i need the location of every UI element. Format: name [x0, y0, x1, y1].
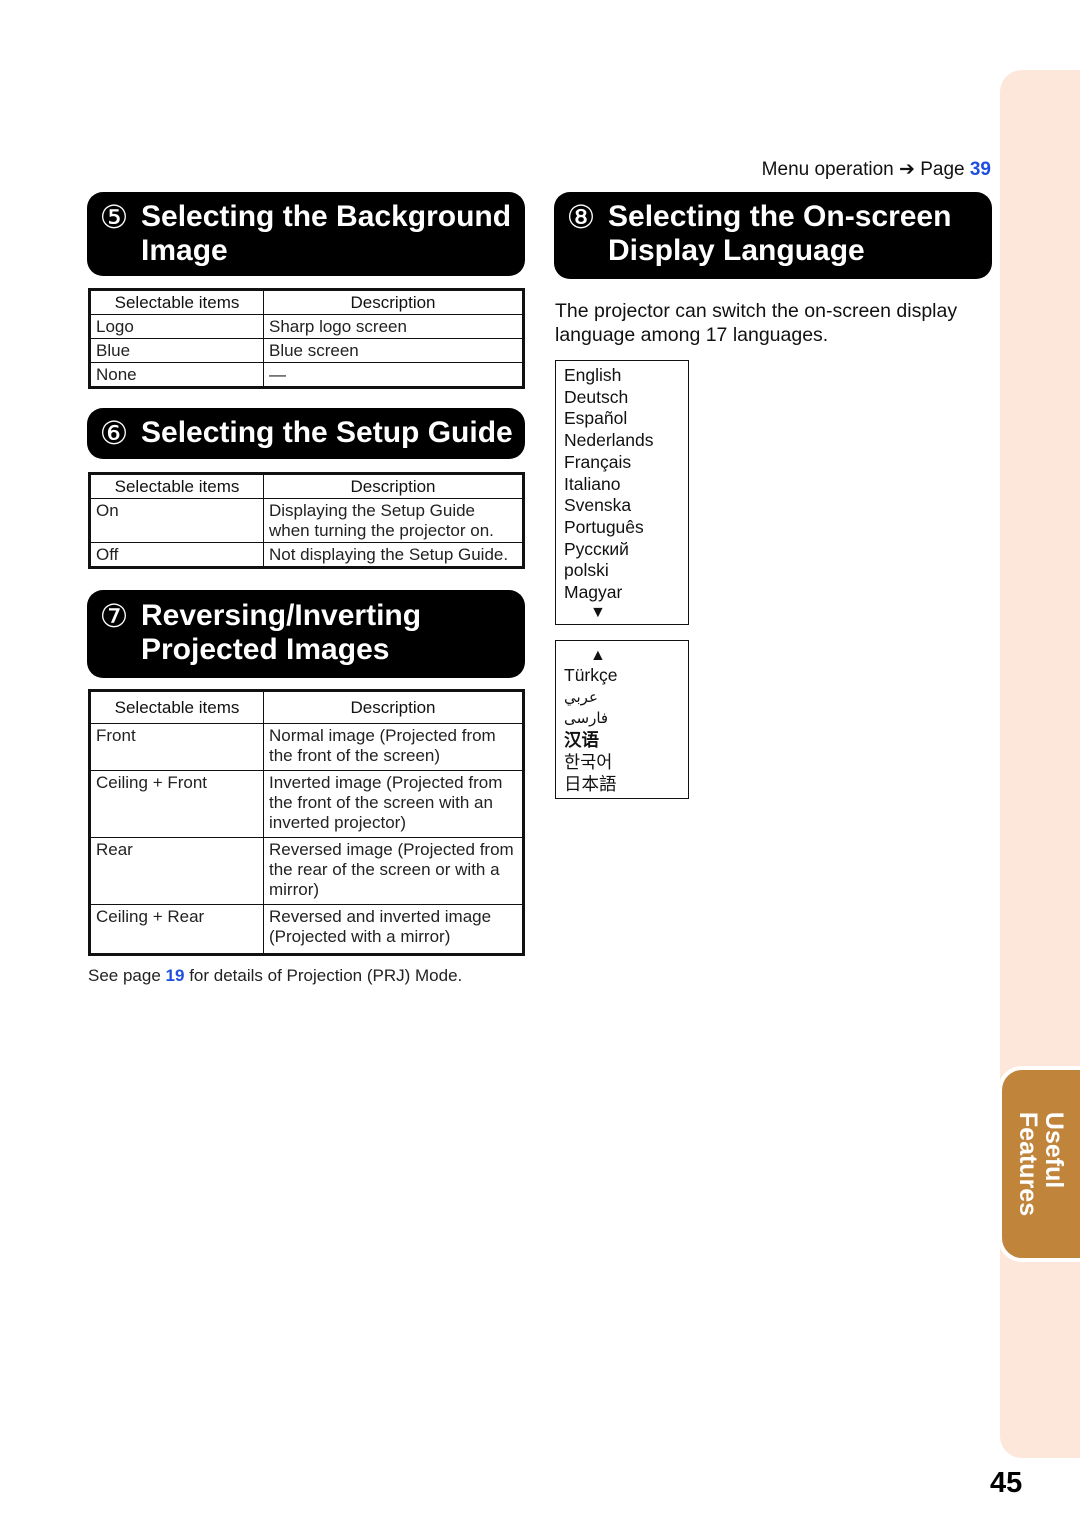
table-row: Ceiling + Rear Reversed and inverted ima… [89, 904, 525, 955]
column-header: Description [262, 289, 525, 315]
language-option[interactable]: Svenska [564, 495, 680, 517]
table-row: Blue Blue screen [89, 338, 525, 363]
description-cell: Reversed image (Projected from the rear … [262, 837, 525, 905]
table-header-row: Selectable items Description [89, 690, 525, 724]
item-cell: Off [89, 542, 264, 568]
language-option[interactable]: Deutsch [564, 387, 680, 409]
language-option[interactable]: فارسی [564, 708, 680, 730]
section-title: Reversing/Inverting Projected Images [141, 599, 421, 667]
column-header: Selectable items [89, 690, 264, 724]
language-option[interactable]: Русский [564, 539, 680, 561]
language-option[interactable]: English [564, 365, 680, 387]
table-row: Front Normal image (Projected from the f… [89, 723, 525, 771]
page-number: 45 [990, 1467, 1023, 1499]
item-cell: Logo [89, 314, 264, 339]
note-suffix: for details of Projection (PRJ) Mode. [189, 966, 463, 985]
table-row: On Displaying the Setup Guide when turni… [89, 498, 525, 543]
section-title: Selecting the On-screen Display Language [608, 200, 951, 268]
item-cell: Ceiling + Rear [89, 904, 264, 955]
table-row: Off Not displaying the Setup Guide. [89, 542, 525, 568]
language-option[interactable]: عربي [564, 687, 680, 709]
menu-operation-page-link[interactable]: 39 [970, 159, 991, 180]
menu-operation-label: Menu operation [761, 159, 894, 180]
table-row: Rear Reversed image (Projected from the … [89, 837, 525, 905]
section-heading-display-language: ⑧ Selecting the On-screen Display Langua… [554, 192, 992, 279]
language-option[interactable]: polski [564, 560, 680, 582]
note-page-link[interactable]: 19 [166, 966, 185, 985]
column-header: Selectable items [89, 473, 264, 499]
item-cell: On [89, 498, 264, 543]
description-cell: Blue screen [262, 338, 525, 363]
note-prefix: See page [88, 966, 161, 985]
description-cell: Reversed and inverted image (Projected w… [262, 904, 525, 955]
language-option[interactable]: Türkçe [564, 665, 680, 687]
table-row: None — [89, 362, 525, 388]
language-description: The projector can switch the on-screen d… [555, 300, 958, 346]
language-list-page-1: English Deutsch Español Nederlands Franç… [555, 360, 689, 625]
language-option[interactable]: Italiano [564, 474, 680, 496]
language-option[interactable]: Magyar [564, 582, 680, 604]
description-cell: Inverted image (Projected from the front… [262, 770, 525, 838]
table-row: Ceiling + Front Inverted image (Projecte… [89, 770, 525, 838]
chapter-tab-label: Useful Features [1014, 1111, 1068, 1217]
column-header: Description [262, 473, 525, 499]
section-title-line1: Selecting the On-screen [608, 200, 952, 233]
scroll-down-icon[interactable]: ▼ [564, 604, 680, 622]
item-cell: Front [89, 723, 264, 771]
description-cell: — [262, 362, 525, 388]
item-cell: Ceiling + Front [89, 770, 264, 838]
table-header-row: Selectable items Description [89, 289, 525, 315]
menu-operation-reference: Menu operation ➔ Page 39 [762, 158, 991, 181]
section-title: Selecting the Setup Guide [141, 416, 513, 449]
item-cell: Blue [89, 338, 264, 363]
description-cell: Normal image (Projected from the front o… [262, 723, 525, 771]
section-title-line1: Selecting the Background [141, 200, 512, 233]
column-header: Description [262, 690, 525, 724]
language-list-page-2: ▲ Türkçe عربي فارسی 汉语 한국어 日本語 [555, 640, 689, 799]
language-option[interactable]: Português [564, 517, 680, 539]
section-title-line1: Reversing/Inverting [141, 599, 422, 632]
chapter-tab-line1: Useful [1040, 1111, 1068, 1189]
background-image-table: Selectable items Description Logo Sharp … [88, 288, 525, 389]
setup-guide-table: Selectable items Description On Displayi… [88, 472, 525, 569]
section-title-line2: Image [141, 234, 228, 267]
section-number-icon: ⑥ [99, 415, 129, 451]
language-option[interactable]: Nederlands [564, 430, 680, 452]
description-cell: Sharp logo screen [262, 314, 525, 339]
language-option[interactable]: Français [564, 452, 680, 474]
language-option[interactable]: 한국어 [564, 752, 680, 774]
item-cell: Rear [89, 837, 264, 905]
language-option[interactable]: 汉语 [564, 730, 680, 752]
section-heading-reversing-inverting: ⑦ Reversing/Inverting Projected Images [87, 590, 525, 678]
chapter-tab-line2: Features [1014, 1111, 1042, 1217]
item-cell: None [89, 362, 264, 388]
table-row: Logo Sharp logo screen [89, 314, 525, 339]
section-title-line2: Projected Images [141, 633, 390, 666]
scroll-up-icon[interactable]: ▲ [564, 647, 680, 665]
section-number-icon: ⑤ [99, 199, 129, 235]
section-title-line2: Display Language [608, 234, 865, 267]
description-cell: Not displaying the Setup Guide. [262, 542, 525, 568]
section-title: Selecting the Background Image [141, 200, 511, 268]
language-option[interactable]: 日本語 [564, 774, 680, 796]
menu-operation-page-prefix: Page [920, 159, 965, 180]
projection-mode-note: See page 19 for details of Projection (P… [88, 966, 462, 986]
section-heading-background-image: ⑤ Selecting the Background Image [87, 192, 525, 276]
column-header: Selectable items [89, 289, 264, 315]
arrow-right-icon: ➔ [899, 159, 915, 180]
section-number-icon: ⑦ [99, 598, 129, 634]
chapter-tab-useful-features[interactable]: Useful Features [998, 1066, 1080, 1262]
section-number-icon: ⑧ [566, 199, 596, 235]
projection-mode-table: Selectable items Description Front Norma… [88, 689, 525, 956]
description-cell: Displaying the Setup Guide when turning … [262, 498, 525, 543]
section-heading-setup-guide: ⑥ Selecting the Setup Guide [87, 408, 525, 459]
table-header-row: Selectable items Description [89, 473, 525, 499]
language-option[interactable]: Español [564, 408, 680, 430]
